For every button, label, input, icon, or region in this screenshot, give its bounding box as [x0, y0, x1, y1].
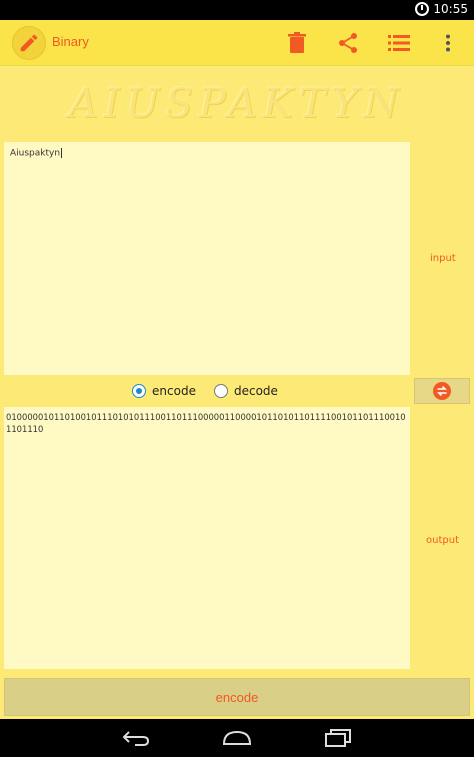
app-title: Binary [52, 34, 89, 49]
output-text: 0100000101101001011101010111001101110000… [6, 412, 406, 434]
input-field[interactable]: Aiuspaktyn [4, 142, 410, 375]
swap-button[interactable] [414, 378, 470, 404]
status-bar: 10:55 [0, 0, 474, 20]
radio-unchecked-icon [213, 384, 228, 398]
home-button[interactable] [217, 727, 257, 749]
decode-radio-label: decode [233, 384, 278, 398]
share-button[interactable] [333, 28, 363, 58]
output-field[interactable]: 0100000101101001011101010111001101110000… [4, 407, 410, 669]
home-icon [222, 730, 252, 745]
text-cursor [61, 148, 63, 158]
radio-checked-icon [132, 384, 147, 398]
trash-icon [288, 32, 306, 53]
decode-radio[interactable]: decode [213, 384, 278, 398]
input-label: input [430, 253, 456, 264]
back-icon [123, 731, 149, 746]
back-button[interactable] [116, 727, 156, 749]
encode-radio-label: encode [152, 384, 196, 398]
status-time: 10:55 [433, 2, 468, 16]
action-bar: Binary [0, 20, 474, 66]
alarm-icon [415, 2, 430, 16]
word-banner: AIUSPAKTYN [0, 74, 474, 134]
recent-apps-button[interactable] [318, 727, 358, 749]
recent-apps-icon [325, 729, 351, 747]
share-icon [339, 33, 357, 53]
output-label: output [426, 535, 459, 546]
list-button[interactable] [384, 28, 414, 58]
navigation-bar [0, 719, 474, 757]
encode-radio[interactable]: encode [132, 384, 196, 398]
more-vert-icon [446, 34, 450, 52]
pencil-icon[interactable] [12, 26, 46, 60]
list-icon [388, 35, 410, 51]
delete-button[interactable] [282, 28, 312, 58]
status-right: 10:55 [415, 2, 468, 16]
banner-text: AIUSPAKTYN [69, 81, 405, 127]
input-text: Aiuspaktyn [10, 148, 63, 159]
swap-icon [433, 382, 451, 400]
encode-button[interactable]: encode [4, 678, 470, 716]
input-value: Aiuspaktyn [10, 148, 61, 159]
mode-selector: encode decode [0, 376, 410, 406]
more-button[interactable] [433, 28, 463, 58]
